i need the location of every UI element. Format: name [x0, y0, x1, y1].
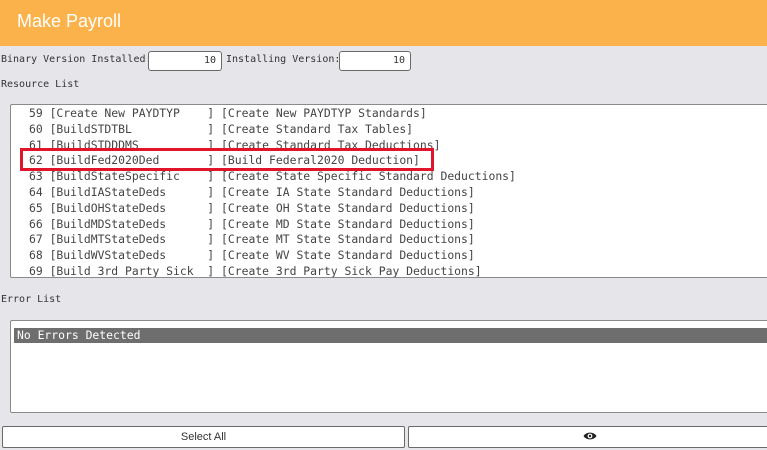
eye-icon	[583, 432, 597, 440]
binary-version-field[interactable]: 10	[148, 51, 222, 71]
list-item[interactable]: 64 [BuildIAStateDeds ] [Create IA State …	[29, 185, 516, 201]
error-row-selected[interactable]: No Errors Detected	[14, 328, 767, 343]
list-item[interactable]: 67 [BuildMTStateDeds ] [Create MT State …	[29, 232, 516, 248]
installing-version-field[interactable]: 10	[339, 51, 411, 71]
list-item[interactable]: 61 [BuildSTDDDMS ] [Create Standard Tax …	[29, 138, 516, 154]
list-item[interactable]: 59 [Create New PAYDTYP ] [Create New PAY…	[29, 106, 516, 122]
list-item[interactable]: 69 [Build 3rd Party Sick ] [Create 3rd P…	[29, 264, 516, 277]
list-item[interactable]: 63 [BuildStateSpecific ] [Create State S…	[29, 169, 516, 185]
list-item[interactable]: 68 [BuildWVStateDeds ] [Create WV State …	[29, 248, 516, 264]
list-item[interactable]: 62 [BuildFed2020Ded ] [Build Federal2020…	[29, 153, 516, 169]
installing-version-label: Installing Version:	[226, 54, 341, 65]
list-item[interactable]: 60 [BuildSTDTBL ] [Create Standard Tax T…	[29, 122, 516, 138]
resource-rows: 59 [Create New PAYDTYP ] [Create New PAY…	[29, 106, 516, 277]
title-bar: Make Payroll	[0, 0, 767, 46]
list-item[interactable]: 66 [BuildMDStateDeds ] [Create MD State …	[29, 217, 516, 233]
resource-list-label: Resource List	[1, 79, 80, 90]
list-item[interactable]: 65 [BuildOHStateDeds ] [Create OH State …	[29, 201, 516, 217]
view-button[interactable]	[408, 426, 767, 448]
binary-version-label: Binary Version Installed:	[1, 54, 152, 65]
select-all-button[interactable]: Select All	[2, 426, 405, 448]
error-list[interactable]: No Errors Detected	[10, 320, 767, 413]
window-title: Make Payroll	[17, 11, 122, 31]
error-list-label: Error List	[1, 294, 62, 305]
resource-list[interactable]: 59 [Create New PAYDTYP ] [Create New PAY…	[10, 104, 767, 278]
